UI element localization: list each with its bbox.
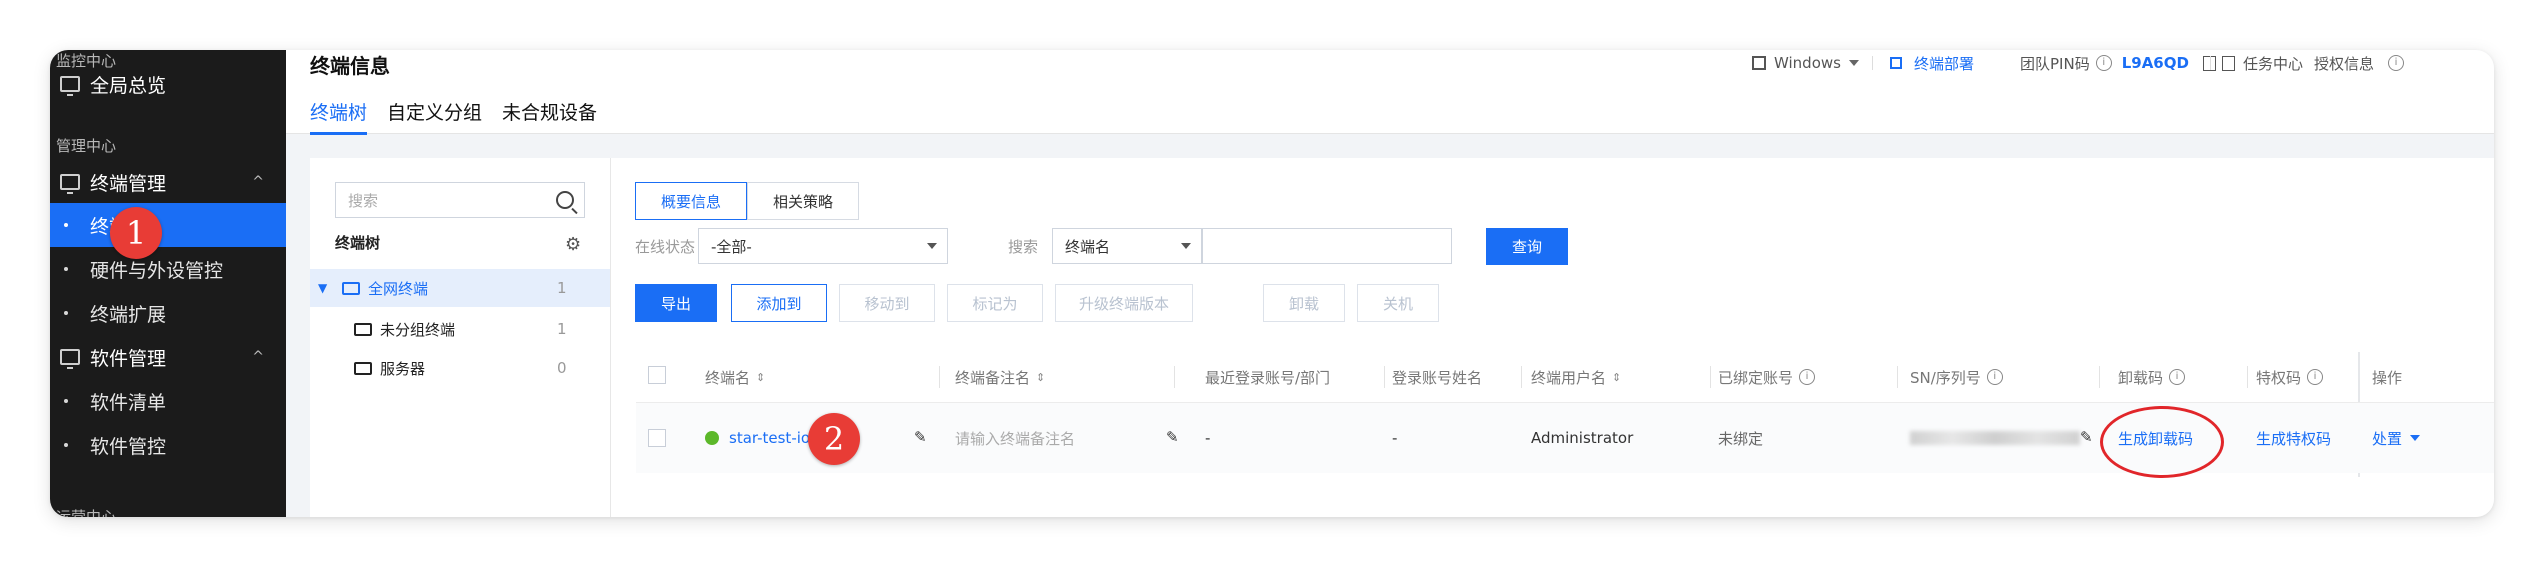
gear-icon[interactable]: ⚙ [565, 234, 581, 255]
tree-node-label: 全网终端 [368, 279, 429, 298]
auth-info[interactable]: 授权信息 i [2314, 50, 2405, 76]
tree-node-all[interactable]: ▼ 全网终端 1 [310, 269, 610, 307]
caret-down-icon [927, 243, 937, 249]
status-filter-label: 在线状态 [635, 238, 696, 256]
tab-policy[interactable]: 相关策略 [747, 182, 859, 220]
row-checkbox[interactable] [648, 429, 666, 447]
search-label: 搜索 [1008, 238, 1039, 256]
tree-node-count: 1 [557, 279, 567, 297]
tree-search-placeholder: 搜索 [348, 191, 379, 210]
status-filter-select[interactable]: -全部- [698, 228, 948, 264]
sidebar-item-label: 终端扩展 [90, 303, 167, 326]
sidebar-group-manage: 管理中心 [56, 137, 117, 155]
sidebar-item-label: 终端管理 [90, 172, 167, 195]
tab-summary[interactable]: 概要信息 [635, 182, 747, 220]
bullet-icon [64, 443, 68, 447]
terminal-icon [60, 174, 80, 194]
sidebar-item-terminal-ext[interactable]: 终端扩展 [50, 291, 286, 335]
tab-bar: 终端树 自定义分组 未合规设备 [310, 98, 617, 135]
team-pin: 团队PIN码 i L9A6QD [2020, 50, 2216, 76]
folder-icon [354, 322, 372, 336]
divider [2210, 56, 2211, 70]
sidebar-item-software-control[interactable]: 软件管控 [50, 423, 286, 467]
os-selector[interactable]: Windows [1752, 50, 1859, 76]
bullet-icon [64, 223, 68, 227]
tab-custom-group[interactable]: 自定义分组 [387, 98, 482, 135]
search-icon[interactable] [556, 191, 574, 209]
select-all-checkbox[interactable] [648, 366, 666, 384]
monitor-icon [60, 76, 80, 96]
chevron-up-icon: ^ [252, 174, 264, 190]
sidebar-item-terminal[interactable]: 终端 [50, 203, 286, 247]
search-field-select[interactable]: 终端名 [1052, 228, 1202, 264]
divider [1872, 56, 1873, 70]
os-selector-label: Windows [1774, 54, 1841, 72]
export-button[interactable]: 导出 [635, 284, 717, 322]
search-input[interactable] [1202, 228, 1452, 264]
pin-value: L9A6QD [2121, 54, 2189, 72]
deploy-link[interactable]: 终端部署 [1890, 50, 1974, 76]
move-to-button[interactable]: 移动到 [839, 284, 935, 322]
software-icon [60, 349, 80, 369]
add-to-button[interactable]: 添加到 [731, 284, 827, 322]
bullet-icon [64, 267, 68, 271]
tab-noncompliant[interactable]: 未合规设备 [502, 98, 597, 135]
sidebar-item-hardware[interactable]: 硬件与外设管控 [50, 247, 286, 291]
auth-info-label: 授权信息 [2314, 54, 2375, 73]
info-icon[interactable]: i [2095, 55, 2112, 71]
tree-title: 终端树 [335, 234, 381, 252]
sidebar-item-software-manage[interactable]: 软件管理 ^ [50, 335, 286, 379]
task-center-label: 任务中心 [2243, 54, 2304, 73]
search-field-value: 终端名 [1065, 237, 1111, 256]
main-panel: 搜索 终端树 ⚙ ▼ 全网终端 1 未分组终端 1 服务器 0 概要信息 相关策… [310, 158, 2494, 517]
sidebar-group-partial: 运营中心 [56, 508, 117, 517]
page-title: 终端信息 [310, 54, 390, 78]
sidebar-item-label: 终端 [90, 215, 129, 238]
chevron-up-icon: ^ [252, 349, 264, 365]
sidebar-item-overview[interactable]: 全局总览 [50, 62, 286, 106]
sidebar-item-label: 硬件与外设管控 [90, 259, 224, 282]
sidebar-item-label: 软件清单 [90, 391, 167, 414]
task-center-link[interactable]: 任务中心 [2222, 50, 2303, 76]
windows-icon [1752, 56, 1766, 70]
bullet-icon [64, 399, 68, 403]
folder-open-icon [342, 281, 360, 295]
caret-down-icon [1848, 60, 1859, 66]
tree-node-count: 0 [557, 359, 567, 377]
tree-node-label: 未分组终端 [380, 320, 456, 339]
sidebar-item-label: 软件管理 [90, 347, 167, 370]
deploy-icon [1890, 57, 1902, 69]
sidebar-item-terminal-manage[interactable]: 终端管理 ^ [50, 160, 286, 204]
tree-node-servers[interactable]: 服务器 0 [310, 349, 610, 387]
uninstall-button[interactable]: 卸载 [1263, 284, 1345, 322]
sidebar-item-label: 全局总览 [90, 74, 167, 97]
shutdown-button[interactable]: 关机 [1357, 284, 1439, 322]
sidebar-item-label: 软件管控 [90, 435, 167, 458]
bullet-icon [64, 311, 68, 315]
folder-icon [354, 361, 372, 375]
upgrade-version-button[interactable]: 升级终端版本 [1055, 284, 1193, 322]
document-icon [2222, 55, 2235, 71]
mark-as-button[interactable]: 标记为 [947, 284, 1043, 322]
tree-node-label: 服务器 [380, 359, 426, 378]
tree-search-input[interactable]: 搜索 [335, 182, 585, 218]
tree-node-count: 1 [557, 320, 567, 338]
caret-down-icon[interactable]: ▼ [318, 281, 327, 295]
app-window: 监控中心 全局总览 管理中心 终端管理 ^ 终端 硬件与外设管控 终端扩展 软件… [50, 50, 2494, 517]
status-filter-value: -全部- [711, 237, 752, 256]
sidebar: 监控中心 全局总览 管理中心 终端管理 ^ 终端 硬件与外设管控 终端扩展 软件… [50, 50, 286, 517]
info-icon: i [2388, 55, 2405, 71]
caret-down-icon [1181, 243, 1191, 249]
sidebar-item-software-list[interactable]: 软件清单 [50, 379, 286, 423]
terminal-tree-panel: 搜索 终端树 ⚙ ▼ 全网终端 1 未分组终端 1 服务器 0 [310, 158, 611, 517]
pin-label: 团队PIN码 [2020, 54, 2090, 73]
tree-node-ungrouped[interactable]: 未分组终端 1 [310, 310, 610, 348]
page-header: 终端信息 终端树 自定义分组 未合规设备 Windows 终端部署 团队PIN码… [286, 50, 2494, 135]
query-button[interactable]: 查询 [1486, 228, 1568, 265]
tab-terminal-tree[interactable]: 终端树 [310, 98, 368, 135]
deploy-label: 终端部署 [1914, 54, 1975, 73]
